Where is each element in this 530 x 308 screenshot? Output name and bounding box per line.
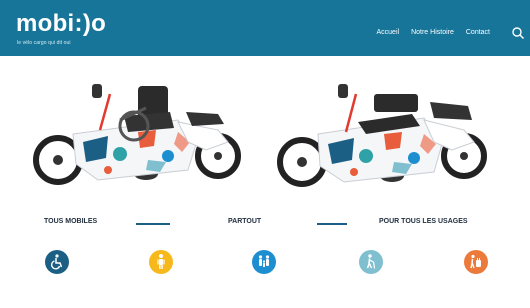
nav-notre-histoire[interactable]: Notre Histoire [411,29,454,36]
luggage-icon [464,250,488,274]
feature-title-partout: PARTOUT [228,218,262,225]
logo[interactable]: mobi:)o [16,11,106,37]
nav-accueil[interactable]: Accueil [377,29,400,36]
nav-contact[interactable]: Contact [466,29,490,36]
person-icon [149,250,173,274]
feature-title-pour-tous-les-usages: POUR TOUS LES USAGES [379,218,468,225]
elderly-walker-icon [359,250,383,274]
family-icon [252,250,276,274]
cargo-trike-wheelchair-image [33,84,241,185]
wheelchair-icon [45,250,69,274]
search-icon[interactable] [511,26,525,40]
site-header: mobi:)o le vélo cargo qui dit oui Accuei… [0,0,530,56]
divider [317,223,347,225]
tagline: le vélo cargo qui dit oui [17,40,71,46]
feature-title-tous-mobiles: TOUS MOBILES [44,218,98,225]
cargo-trike-bench-image [277,84,487,187]
divider [136,223,170,225]
main-nav: Accueil Notre Histoire Contact [377,29,491,36]
